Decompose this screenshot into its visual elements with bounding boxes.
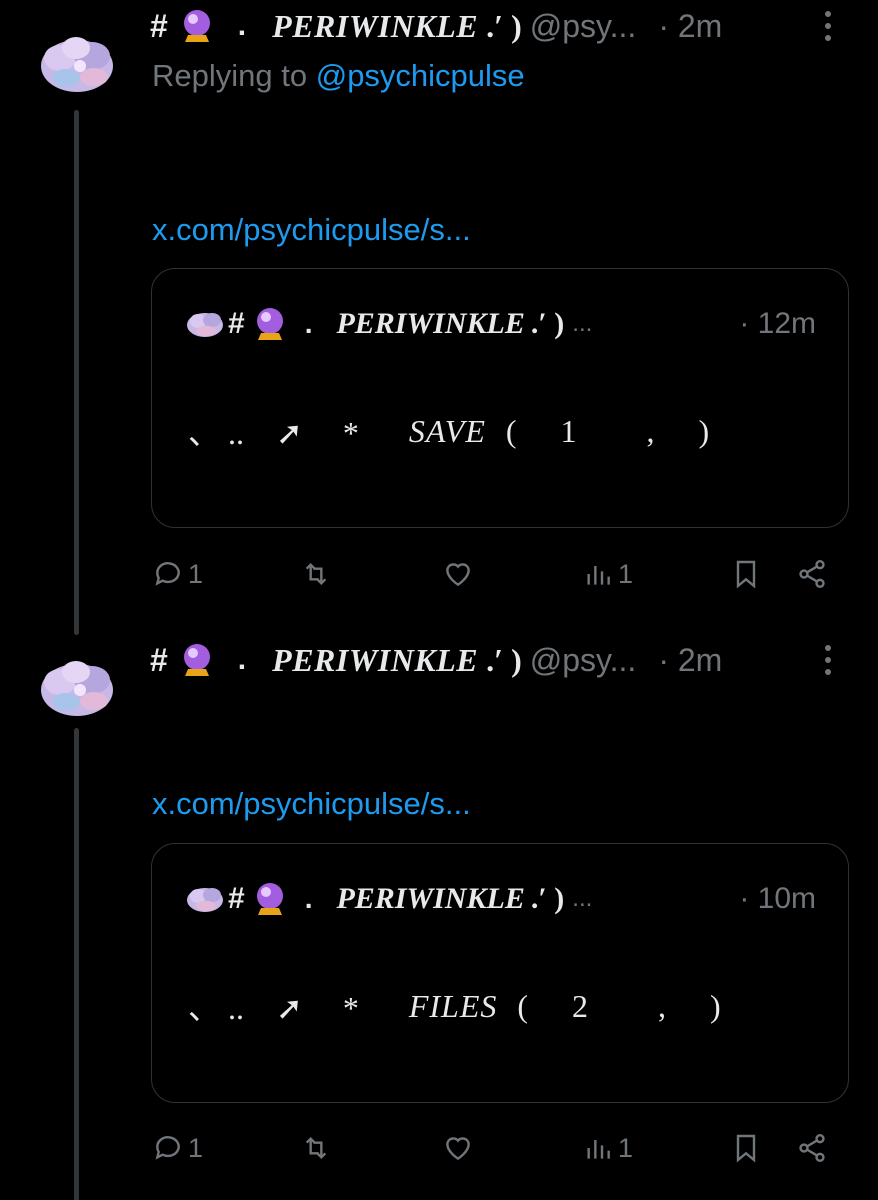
reply-button[interactable]: 1 bbox=[152, 554, 203, 594]
share-icon bbox=[799, 1134, 825, 1162]
tweet-header: # . PERIWINKLE .′ ) @psy... · 2m bbox=[150, 638, 838, 682]
views-button[interactable]: 1 bbox=[582, 554, 633, 594]
reply-icon bbox=[155, 1136, 180, 1160]
action-bar: 1 1 bbox=[152, 554, 832, 594]
user-handle[interactable]: @psy... bbox=[530, 642, 637, 679]
like-button[interactable] bbox=[442, 1128, 478, 1168]
quote-body-marks: 、 .. ➚ * bbox=[188, 990, 359, 1026]
crystal-ball-icon bbox=[182, 9, 212, 43]
bookmark-icon bbox=[736, 560, 756, 589]
quote-display-name: PERIWINKLE bbox=[336, 882, 525, 915]
heart-icon bbox=[446, 563, 470, 587]
quote-body-marks: 、 .. ➚ * bbox=[188, 415, 359, 451]
name-separator: . bbox=[237, 643, 247, 676]
display-name[interactable]: PERIWINKLE bbox=[272, 8, 478, 45]
quote-tweet-card[interactable]: # . PERIWINKLE .′ ) ... · 10m 、 .. ➚ * F… bbox=[151, 843, 849, 1103]
name-separator: . bbox=[237, 9, 247, 42]
avatar[interactable] bbox=[36, 22, 118, 104]
timestamp[interactable]: · 2m bbox=[658, 642, 722, 679]
reply-button[interactable]: 1 bbox=[152, 1128, 203, 1168]
quote-paren-text: ( 2 , ) bbox=[517, 987, 739, 1024]
cloud-collage-avatar-icon bbox=[41, 661, 113, 716]
retweet-button[interactable] bbox=[300, 1128, 336, 1168]
tweet[interactable]: # . PERIWINKLE .′ ) @psy... · 2m x.com/p… bbox=[0, 620, 878, 1200]
reply-count: 1 bbox=[188, 1132, 204, 1163]
quote-name-suffix: .′ ) bbox=[530, 307, 565, 340]
bar-chart-icon bbox=[587, 1140, 610, 1159]
replying-prefix: Replying to bbox=[152, 58, 316, 93]
quote-body: 、 .. ➚ * FILES ( 2 , ) bbox=[188, 986, 739, 1027]
bookmark-icon bbox=[736, 1134, 756, 1163]
cloud-collage-avatar-icon bbox=[41, 37, 113, 92]
tweet-link[interactable]: x.com/psychicpulse/s... bbox=[152, 786, 471, 822]
quote-body: 、 .. ➚ * SAVE ( 1 , ) bbox=[188, 411, 728, 452]
quote-ellipsis: ... bbox=[572, 885, 593, 912]
more-options-icon[interactable] bbox=[818, 638, 838, 682]
quote-display-name: PERIWINKLE bbox=[336, 307, 525, 340]
thread-line bbox=[74, 110, 79, 635]
retweet-icon bbox=[305, 562, 327, 586]
quote-avatar-icon bbox=[187, 313, 223, 337]
action-bar: 1 1 bbox=[152, 1128, 832, 1168]
reply-count: 1 bbox=[188, 558, 204, 589]
quote-keyword: FILES bbox=[408, 987, 498, 1024]
name-prefix: # bbox=[150, 641, 168, 678]
crystal-ball-icon bbox=[255, 882, 285, 916]
bookmark-button[interactable] bbox=[730, 554, 762, 594]
quote-avatar-icon bbox=[187, 888, 223, 912]
quote-tweet-card[interactable]: # . PERIWINKLE .′ ) ... · 12m 、 .. ➚ * S… bbox=[151, 268, 849, 528]
view-count: 1 bbox=[618, 1132, 634, 1163]
avatar[interactable] bbox=[36, 646, 118, 728]
quote-header: # . PERIWINKLE .′ ) ... bbox=[186, 878, 592, 920]
quote-header: # . PERIWINKLE .′ ) ... bbox=[186, 303, 592, 345]
name-prefix: # bbox=[150, 7, 168, 44]
timestamp[interactable]: · 2m bbox=[658, 8, 722, 45]
quote-timestamp: · 12m bbox=[739, 307, 816, 340]
like-button[interactable] bbox=[442, 554, 478, 594]
thread-line bbox=[74, 728, 79, 1200]
quote-name-prefix: # bbox=[228, 882, 245, 915]
tweet-header: # . PERIWINKLE .′ ) @psy... · 2m bbox=[150, 4, 838, 48]
quote-paren-text: ( 1 , ) bbox=[505, 412, 728, 449]
quote-separator: . bbox=[304, 883, 313, 914]
replying-handle-link[interactable]: @psychicpulse bbox=[316, 58, 525, 93]
retweet-button[interactable] bbox=[300, 554, 336, 594]
views-button[interactable]: 1 bbox=[582, 1128, 633, 1168]
crystal-ball-icon bbox=[255, 307, 285, 341]
name-suffix: .′ ) bbox=[486, 641, 522, 678]
reply-icon bbox=[155, 562, 180, 586]
share-button[interactable] bbox=[796, 1128, 828, 1168]
user-handle[interactable]: @psy... bbox=[530, 8, 637, 45]
bookmark-button[interactable] bbox=[730, 1128, 762, 1168]
display-name[interactable]: PERIWINKLE bbox=[272, 642, 478, 679]
share-icon bbox=[799, 560, 825, 588]
quote-name-suffix: .′ ) bbox=[530, 882, 565, 915]
view-count: 1 bbox=[618, 558, 634, 589]
quote-separator: . bbox=[304, 308, 313, 339]
quote-ellipsis: ... bbox=[572, 310, 593, 337]
quote-name-prefix: # bbox=[228, 307, 245, 340]
more-options-icon[interactable] bbox=[818, 4, 838, 48]
retweet-icon bbox=[305, 1136, 327, 1160]
quote-keyword: SAVE bbox=[408, 412, 486, 449]
replying-to: Replying to @psychicpulse bbox=[152, 58, 525, 94]
crystal-ball-icon bbox=[182, 643, 212, 677]
tweet-link[interactable]: x.com/psychicpulse/s... bbox=[152, 212, 471, 248]
bar-chart-icon bbox=[587, 566, 610, 585]
tweet[interactable]: # . PERIWINKLE .′ ) @psy... · 2m Replyin… bbox=[0, 0, 878, 635]
quote-timestamp: · 10m bbox=[739, 882, 816, 915]
heart-icon bbox=[446, 1137, 470, 1161]
name-suffix: .′ ) bbox=[486, 7, 522, 44]
share-button[interactable] bbox=[796, 554, 828, 594]
